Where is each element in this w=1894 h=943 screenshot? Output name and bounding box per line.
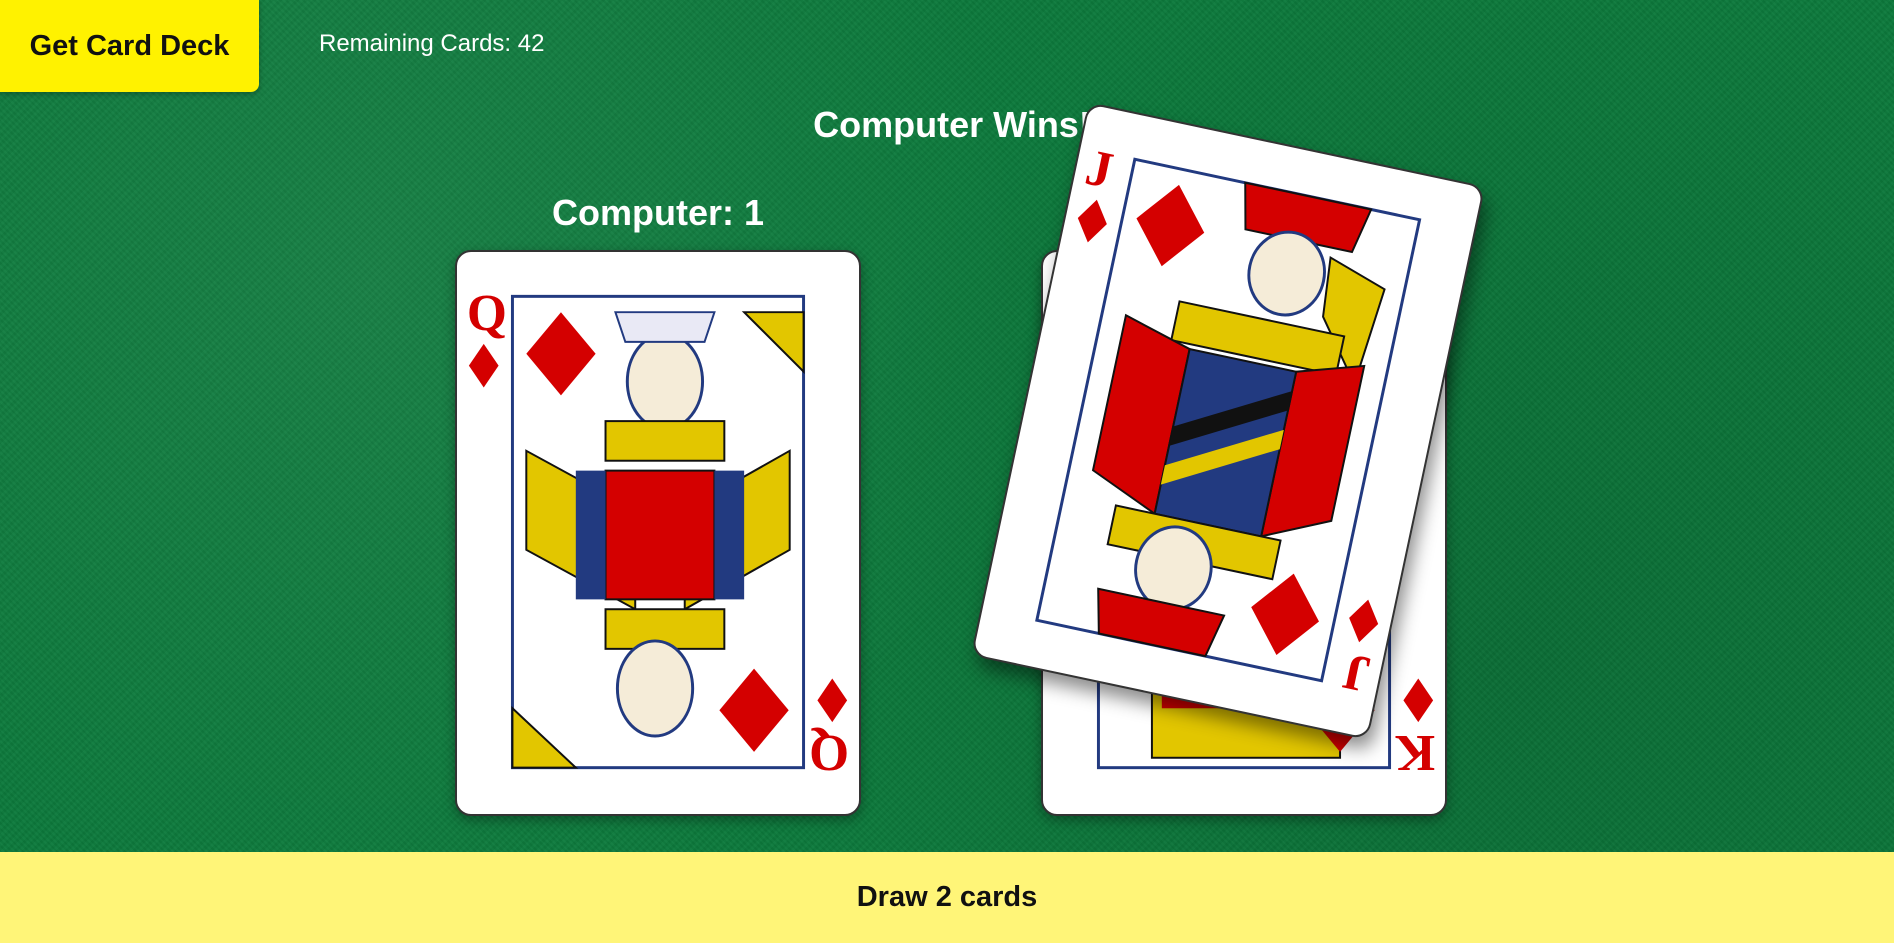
diamond-icon	[1403, 678, 1434, 723]
card-rank-bottom: K	[1395, 724, 1435, 781]
computer-score: Computer: 1	[551, 192, 764, 233]
diamond-icon	[817, 678, 848, 723]
diamond-icon	[468, 343, 499, 388]
card-rank-bottom: Q	[809, 724, 849, 781]
card-rank-top: Q	[467, 285, 507, 342]
remaining-cards-counter: Remaining Cards: 42	[319, 30, 545, 57]
card-rank-bottom: J	[1338, 642, 1375, 703]
draw-two-cards-button[interactable]: Draw 2 cards	[0, 852, 1894, 943]
diamond-icon	[1077, 199, 1107, 243]
get-card-deck-button[interactable]: Get Card Deck	[0, 0, 259, 92]
card-rank-top: J	[1081, 139, 1118, 200]
diamond-icon	[1349, 599, 1379, 643]
queen-of-diamonds-face: Q Q	[467, 285, 849, 781]
computer-card: Q Q	[455, 250, 861, 816]
